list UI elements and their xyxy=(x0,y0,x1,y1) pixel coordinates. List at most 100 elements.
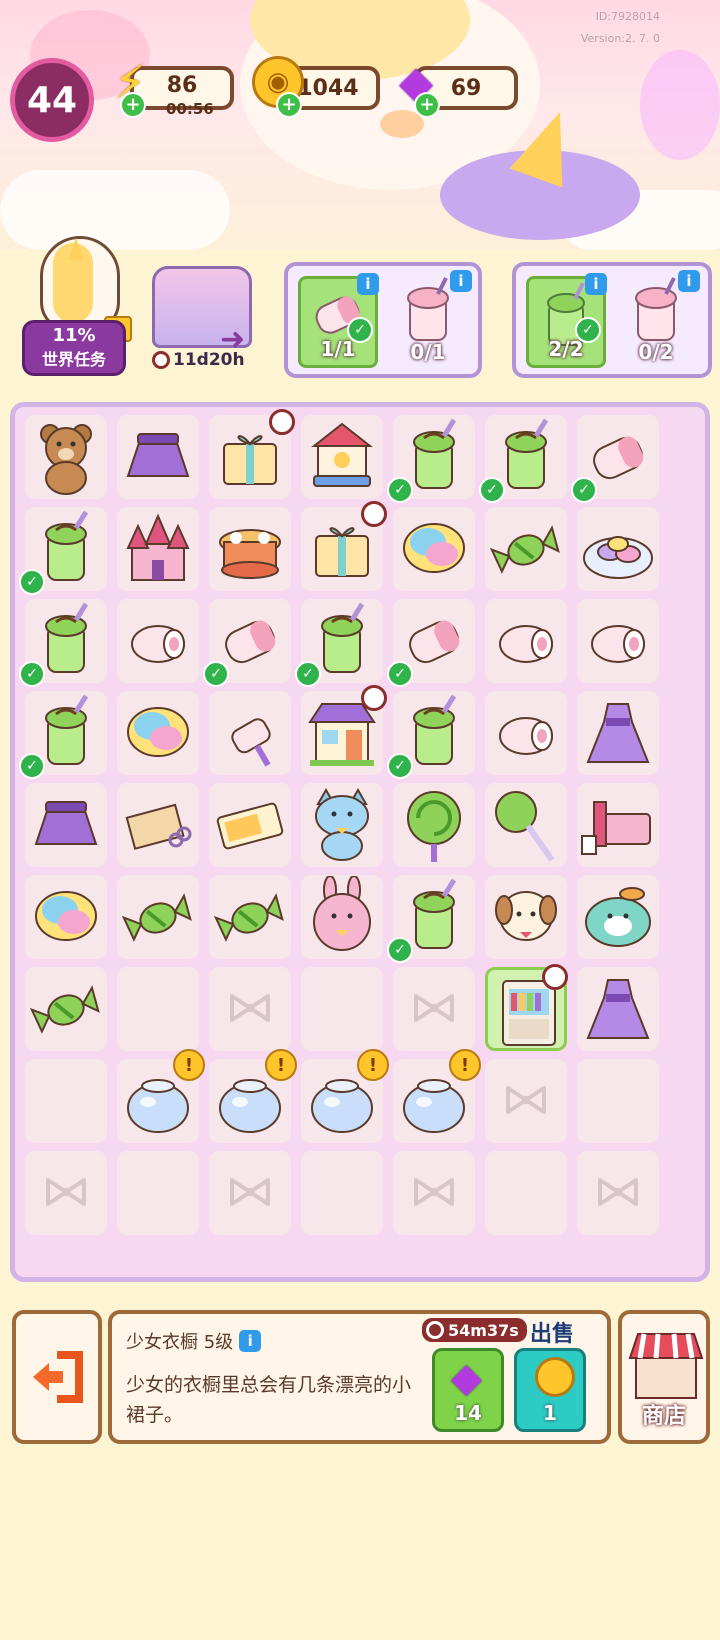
board-cell[interactable] xyxy=(209,1151,291,1235)
order-card-1[interactable]: 1/1 i ✓ 0/1 i xyxy=(284,262,482,378)
board-cell[interactable]: ✓ xyxy=(203,599,291,687)
info-icon[interactable]: i xyxy=(585,273,607,295)
teal-seal-item[interactable] xyxy=(577,875,659,959)
board-cell[interactable] xyxy=(209,409,295,499)
board-cell[interactable]: ✓ xyxy=(387,875,475,963)
info-icon[interactable]: i xyxy=(678,270,700,292)
board-cell[interactable]: ✓ xyxy=(387,599,475,687)
board-cell[interactable]: ! xyxy=(393,1049,481,1143)
pink-castle-item[interactable] xyxy=(117,507,199,591)
board-cell[interactable] xyxy=(117,507,199,591)
board-cell[interactable] xyxy=(209,507,291,591)
board-cell[interactable] xyxy=(117,783,199,867)
board-cell[interactable] xyxy=(485,783,567,867)
blue-cat-item[interactable] xyxy=(301,783,383,867)
board-cell[interactable]: ✓ xyxy=(19,507,107,595)
purple-skirt-item[interactable] xyxy=(25,783,107,867)
board-cell[interactable] xyxy=(301,685,387,775)
shop-button[interactable]: 商店 xyxy=(618,1310,710,1444)
board-cell[interactable]: ! xyxy=(301,1049,389,1143)
board-cell[interactable] xyxy=(577,875,659,959)
board-cell[interactable] xyxy=(485,1151,567,1235)
board-cell[interactable] xyxy=(301,783,383,867)
board-cell[interactable]: ✓ xyxy=(295,599,383,687)
mini-carousel-item[interactable] xyxy=(209,507,291,591)
board-cell[interactable] xyxy=(301,415,383,499)
board-cell[interactable] xyxy=(209,967,291,1051)
roll-cake-item[interactable] xyxy=(485,691,567,775)
board-cell[interactable]: ✓ xyxy=(387,691,475,779)
board-cell[interactable] xyxy=(301,501,387,591)
lint-roller-item[interactable] xyxy=(209,691,291,775)
board-cell[interactable] xyxy=(485,875,567,959)
gem-speedup-button[interactable]: ◆ 14 xyxy=(432,1348,504,1432)
add-gems-button[interactable]: + xyxy=(414,92,440,118)
info-icon[interactable]: i xyxy=(357,273,379,295)
order-slot[interactable]: 1/1 i ✓ xyxy=(298,273,379,368)
purple-dress-item[interactable] xyxy=(577,691,659,775)
board-cell[interactable] xyxy=(209,783,291,867)
board-cell[interactable] xyxy=(485,691,567,775)
cotton-candy-item[interactable] xyxy=(117,691,199,775)
candy-item[interactable] xyxy=(117,875,199,959)
board-cell[interactable] xyxy=(393,967,475,1051)
board-cell[interactable] xyxy=(301,875,383,959)
board-cell[interactable]: ✓ xyxy=(571,415,659,503)
info-icon[interactable]: i xyxy=(450,270,472,292)
green-lollipop-stick-item[interactable] xyxy=(485,783,567,867)
cotton-candy-item[interactable] xyxy=(25,875,107,959)
board-cell[interactable]: ✓ xyxy=(479,415,567,503)
candy-plate-item[interactable] xyxy=(577,507,659,591)
order-card-2[interactable]: 2/2 i ✓ 0/2 i xyxy=(512,262,712,378)
candy-item[interactable] xyxy=(25,967,107,1051)
board-cell[interactable] xyxy=(577,1059,659,1143)
info-icon[interactable]: i xyxy=(239,1330,262,1352)
board-cell[interactable]: ! xyxy=(117,1049,205,1143)
candy-item[interactable] xyxy=(485,507,567,591)
event-button[interactable]: ➜ 11d20h xyxy=(146,258,256,370)
teddy-bear-item[interactable] xyxy=(25,415,107,499)
board-cell[interactable] xyxy=(577,599,659,683)
board-cell[interactable] xyxy=(209,691,291,775)
board-cell[interactable] xyxy=(209,875,291,959)
board-cell[interactable] xyxy=(485,1059,567,1143)
board-cell[interactable] xyxy=(485,964,568,1051)
board-cell[interactable] xyxy=(25,875,107,959)
roll-cake-item[interactable] xyxy=(485,599,567,683)
purple-dress-item[interactable] xyxy=(577,967,659,1051)
board-cell[interactable] xyxy=(117,691,199,775)
board-cell[interactable] xyxy=(117,415,199,499)
ticket-item[interactable] xyxy=(209,783,291,867)
board-cell[interactable]: ✓ xyxy=(387,415,475,503)
pink-bed-item[interactable] xyxy=(577,783,659,867)
board-cell[interactable]: ✓ xyxy=(19,599,107,687)
board-cell[interactable] xyxy=(577,691,659,775)
board-cell[interactable] xyxy=(577,783,659,867)
board-cell[interactable] xyxy=(485,507,567,591)
player-level-badge[interactable]: 44 xyxy=(10,58,94,142)
add-energy-button[interactable]: + xyxy=(120,92,146,118)
board-cell[interactable] xyxy=(117,875,199,959)
roll-cake-item[interactable] xyxy=(577,599,659,683)
board-cell[interactable] xyxy=(25,1059,107,1143)
board-cell[interactable] xyxy=(117,599,199,683)
purple-skirt-item[interactable] xyxy=(117,415,199,499)
puppy-item[interactable] xyxy=(485,875,567,959)
board-cell[interactable] xyxy=(577,1151,659,1235)
board-cell[interactable] xyxy=(25,783,107,867)
sewing-kit-item[interactable] xyxy=(117,783,199,867)
green-lollipop-item[interactable] xyxy=(393,783,475,867)
add-coins-button[interactable]: + xyxy=(276,92,302,118)
roll-cake-item[interactable] xyxy=(117,599,199,683)
exit-button[interactable] xyxy=(12,1310,102,1444)
board-cell[interactable] xyxy=(485,599,567,683)
world-task-button[interactable]: 11% 世界任务 xyxy=(22,236,132,376)
pink-bunny-item[interactable] xyxy=(301,875,383,959)
order-slot[interactable]: 0/1 i xyxy=(388,270,472,368)
board-cell[interactable] xyxy=(25,967,107,1051)
board-cell[interactable] xyxy=(301,1151,383,1235)
sell-button[interactable]: 1 xyxy=(514,1348,586,1432)
board-cell[interactable]: ✓ xyxy=(19,691,107,779)
board-cell[interactable] xyxy=(577,967,659,1051)
cotton-candy-item[interactable] xyxy=(393,507,475,591)
